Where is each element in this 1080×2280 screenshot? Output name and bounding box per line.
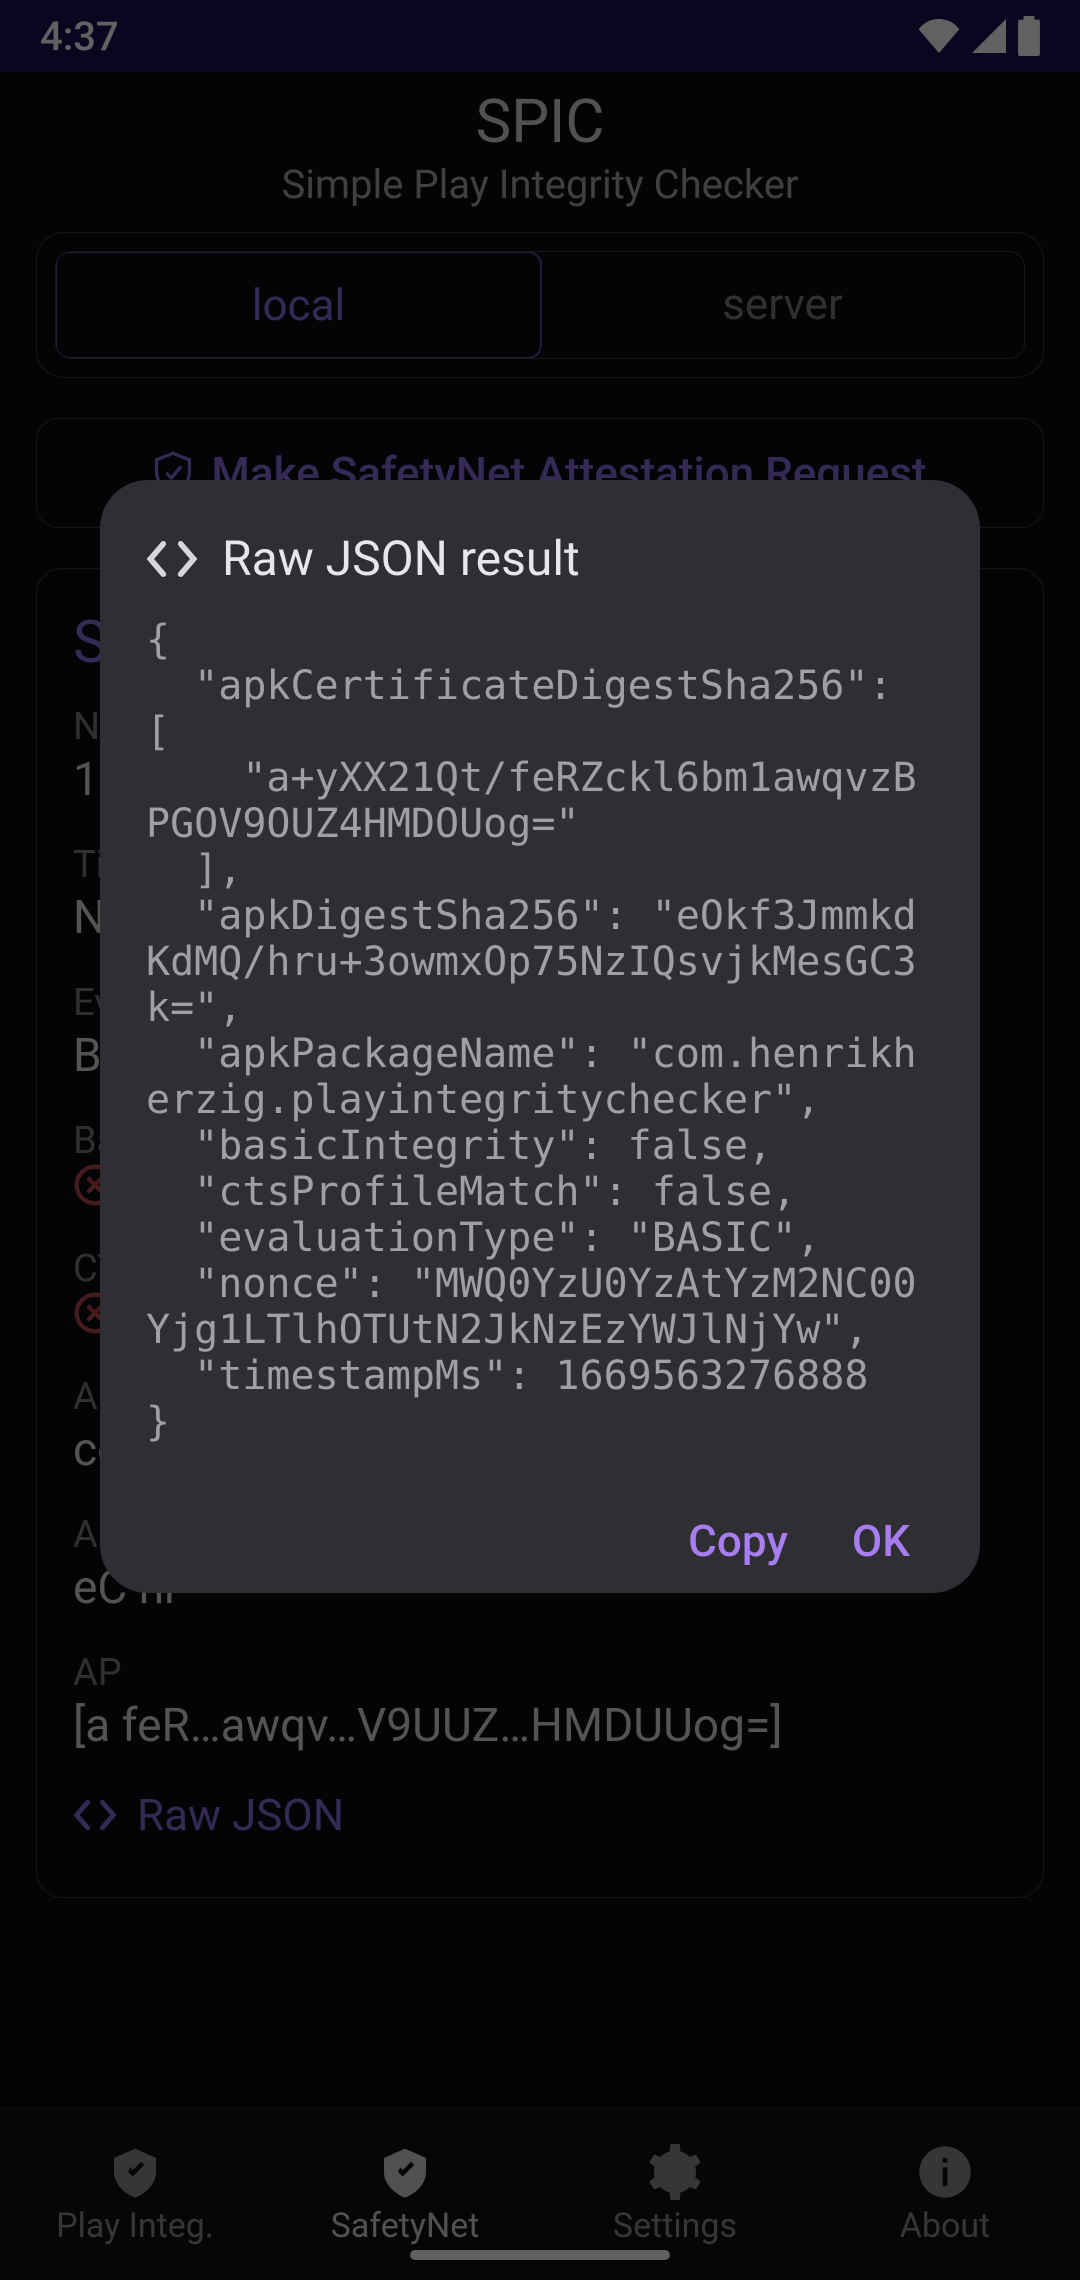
ok-button[interactable]: OK — [852, 1515, 910, 1567]
raw-json-dialog: Raw JSON result { "apkCertificateDigestS… — [100, 480, 980, 1593]
copy-button[interactable]: Copy — [688, 1515, 788, 1567]
code-icon — [146, 539, 198, 579]
dialog-actions: Copy OK — [146, 1515, 934, 1567]
dialog-header: Raw JSON result — [146, 530, 934, 587]
dialog-json: { "apkCertificateDigestSha256": [ "a+yXX… — [146, 617, 934, 1445]
dialog-title: Raw JSON result — [222, 530, 580, 587]
